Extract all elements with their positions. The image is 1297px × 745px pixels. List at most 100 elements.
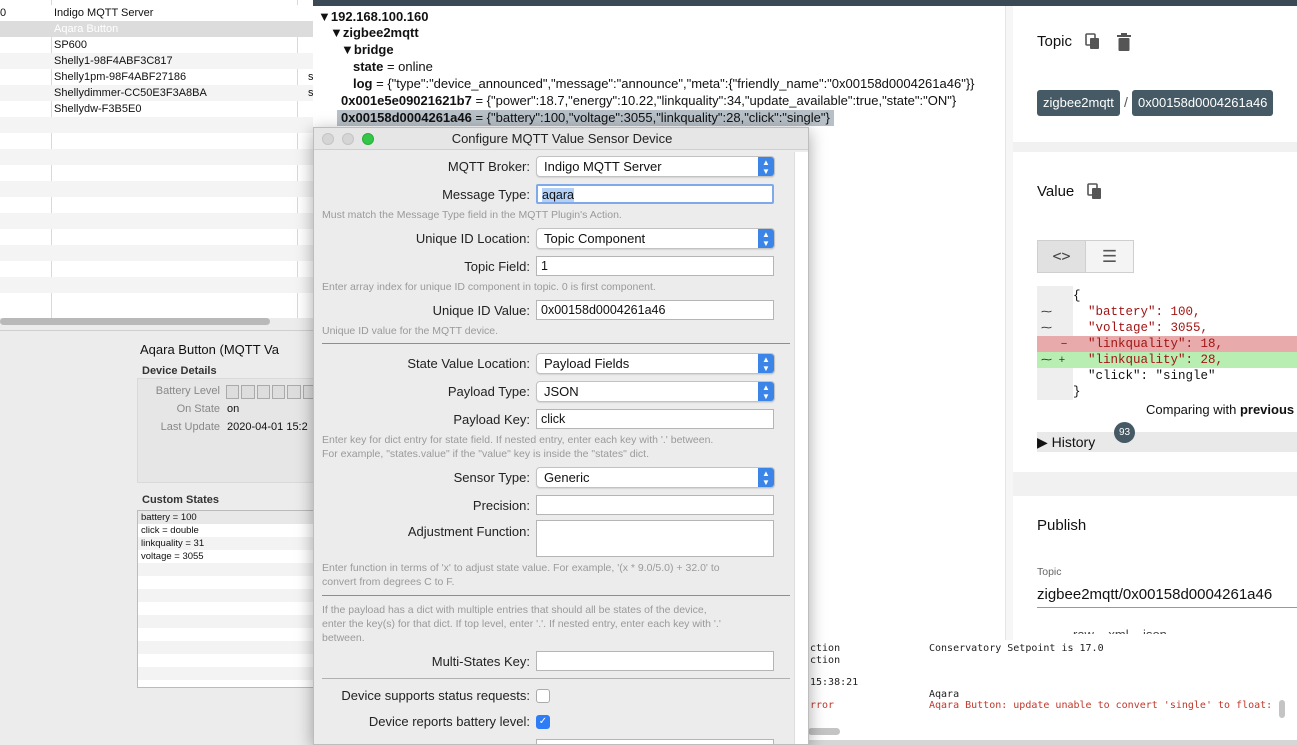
code-line: ⁓ "voltage": 3055, (1041, 321, 1209, 335)
empty-row (0, 213, 313, 229)
unique-id-value-input[interactable]: 0x00158d0004261a46 (536, 300, 774, 320)
tree-node-device-2-selected[interactable]: 0x00158d0004261a46 = {"battery":100,"vol… (337, 110, 834, 126)
copy-icon[interactable] (1085, 33, 1101, 51)
sensor-type-select[interactable]: Generic ▲ ▼ (536, 467, 775, 488)
custom-states-list[interactable]: battery = 100 click = double linkquality… (137, 510, 313, 688)
diff-code-view: { ⁓ "battery": 100, ⁓ "voltage": 3055, −… (1037, 286, 1297, 400)
table-row[interactable]: Shelly1-98F4ABF3C817 (0, 53, 313, 69)
publish-topic-input[interactable]: zigbee2mqtt/0x00158d0004261a46 (1037, 582, 1297, 608)
list-item[interactable]: click = double (138, 524, 313, 537)
dialog-title: Configure MQTT Value Sensor Device (451, 131, 673, 146)
empty-row (0, 181, 313, 197)
message-type-input[interactable]: aqara (536, 184, 774, 204)
copy-icon[interactable] (1087, 183, 1103, 201)
log-line-left: ction (810, 655, 841, 666)
publish-format-options[interactable]: raw xml json (1073, 624, 1293, 634)
list-item[interactable]: battery = 100 (138, 511, 313, 524)
payload-type-select[interactable]: JSON ▲ ▼ (536, 381, 775, 402)
tree-node-state[interactable]: state = online (353, 59, 433, 75)
table-row[interactable]: SP600 (0, 37, 313, 53)
last-update-value: 2020-04-01 15:2 (227, 421, 308, 433)
unique-id-location-select[interactable]: Topic Component ▲ ▼ (536, 228, 775, 249)
minimize-window-button[interactable] (342, 133, 354, 145)
list-item[interactable]: linkquality = 31 (138, 537, 313, 550)
mqtt-broker-select[interactable]: Indigo MQTT Server ▲ ▼ (536, 156, 775, 177)
payload-type-label: Payload Type: (447, 384, 530, 399)
list-item[interactable]: voltage = 3055 (138, 550, 313, 563)
multi-states-help: enter the key(s) for that dict. If top l… (322, 618, 721, 630)
chevron-updown-icon: ▲ ▼ (758, 354, 774, 373)
horizontal-scrollbar[interactable] (0, 318, 270, 325)
delete-icon[interactable] (1116, 33, 1132, 51)
chevron-updown-icon: ▲ ▼ (758, 468, 774, 487)
payload-key-input[interactable]: click (536, 409, 774, 429)
divider (0, 330, 313, 331)
topic-chip[interactable]: zigbee2mqtt (1037, 90, 1120, 116)
close-window-button[interactable] (322, 133, 334, 145)
last-update-label: Last Update (160, 421, 220, 433)
battery-level-checkbox[interactable]: ✓ (536, 715, 550, 729)
event-log: ction Conservatory Setpoint is 17.0 ctio… (808, 640, 1297, 745)
unique-id-location-label: Unique ID Location: (415, 231, 530, 246)
device-details-header: Device Details (142, 365, 217, 377)
chevron-updown-icon: ▲ ▼ (758, 229, 774, 248)
tree-node-zigbee2mqtt[interactable]: ▼zigbee2mqtt (330, 25, 419, 41)
state-value-location-select[interactable]: Payload Fields ▲ ▼ (536, 353, 775, 374)
battery-level-label: Battery Level (155, 385, 220, 397)
publish-topic-label: Topic (1037, 566, 1062, 578)
log-bottom-edge (808, 740, 1297, 745)
tree-node-broker[interactable]: ▼192.168.100.160 (318, 9, 428, 25)
indigo-window: 0 Indigo MQTT Server Aqara Button SP600 … (0, 0, 313, 745)
topic-card: Topic zigbee2mqtt / 0x00158d0004261a46 (1013, 6, 1297, 142)
table-row-selected[interactable]: Aqara Button (0, 21, 313, 37)
table-row[interactable]: Shellydw-F3B5E0 (0, 101, 313, 117)
topic-label: Topic (1037, 33, 1073, 50)
raw-view-toggle[interactable]: ☰ (1086, 240, 1134, 273)
topic-field-input[interactable]: 1 (536, 256, 774, 276)
code-line: "click": "single" (1073, 369, 1216, 383)
mqtt-broker-label: MQTT Broker: (447, 159, 530, 174)
table-row[interactable]: Shellydimmer-CC50E3F3A8BA sh (0, 85, 313, 101)
device-name-cell: Indigo MQTT Server (54, 7, 154, 19)
empty-row (0, 245, 313, 261)
device-table: 0 Indigo MQTT Server Aqara Button SP600 … (0, 0, 313, 318)
chevron-updown-icon: ▲ ▼ (758, 157, 774, 176)
multi-states-help: If the payload has a dict with multiple … (322, 604, 707, 616)
dialog-titlebar: Configure MQTT Value Sensor Device (314, 128, 808, 150)
topic-chip[interactable]: 0x00158d0004261a46 (1132, 90, 1274, 116)
device-name-cell: SP600 (54, 39, 88, 51)
publish-label: Publish (1037, 517, 1087, 534)
tree-node-log[interactable]: log = {"type":"device_announced","messag… (353, 76, 975, 92)
code-line-added: ⁓ + "linkquality": 28, (1037, 352, 1297, 368)
table-row[interactable]: 0 Indigo MQTT Server (0, 5, 313, 21)
table-row[interactable]: Shelly1pm-98F4ABF27186 s (0, 69, 313, 85)
on-state-value: on (227, 403, 240, 415)
tree-node-device-1[interactable]: 0x001e5e09021621b7 = {"power":18.7,"ener… (341, 93, 956, 109)
empty-row (0, 149, 313, 165)
log-vscrollbar[interactable] (1279, 700, 1285, 718)
next-field-input[interactable] (536, 739, 774, 744)
zoom-window-button[interactable] (362, 133, 374, 145)
tree-node-bridge[interactable]: ▼bridge (341, 42, 394, 58)
separator (322, 595, 790, 596)
history-toggle[interactable]: ▶ History (1037, 432, 1297, 452)
state-value-location-label: State Value Location: (407, 356, 530, 371)
adjustment-function-input[interactable] (536, 520, 774, 557)
multi-states-key-input[interactable] (536, 651, 774, 671)
device-name-cell: Shelly1pm-98F4ABF27186 (54, 71, 187, 83)
diff-view-toggle[interactable]: <> (1037, 240, 1086, 273)
precision-input[interactable] (536, 495, 774, 515)
splitter[interactable] (1005, 0, 1013, 640)
battery-level-report-label: Device reports battery level: (368, 714, 530, 729)
dialog-scrollbar[interactable] (794, 152, 808, 744)
battery-level-meter (226, 385, 313, 399)
value-card: Value <> ☰ { ⁓ "battery": 100, ⁓ "voltag… (1013, 152, 1297, 472)
history-count-badge: 93 (1114, 422, 1135, 443)
status-requests-checkbox[interactable] (536, 689, 550, 703)
log-line-left: ction (810, 643, 841, 654)
payload-key-help: Enter key for dict entry for state field… (322, 434, 714, 446)
table-cell: 0 (0, 7, 7, 19)
log-scrollbar[interactable] (808, 728, 840, 735)
device-name-cell: Shellydw-F3B5E0 (54, 103, 142, 115)
unique-id-value-label: Unique ID Value: (432, 303, 530, 318)
